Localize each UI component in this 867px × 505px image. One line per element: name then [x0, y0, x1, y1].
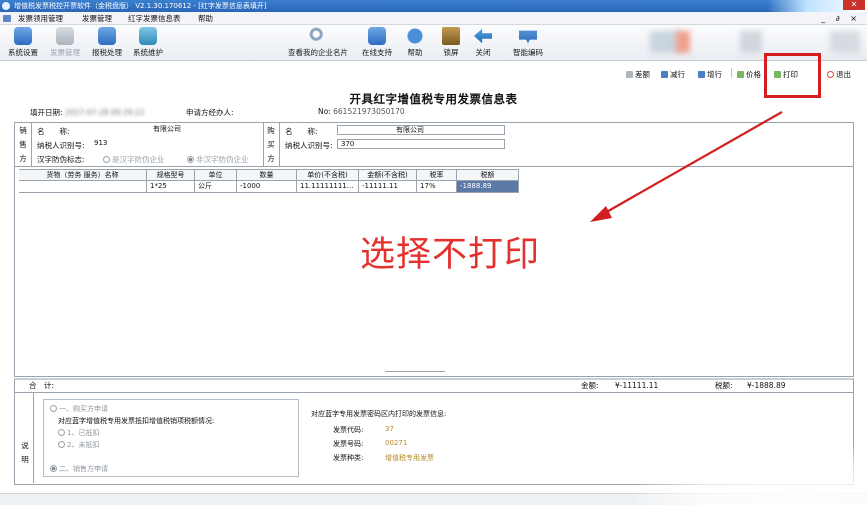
- annotation-text: 选择不打印: [360, 235, 541, 275]
- arrow-head: [590, 206, 612, 222]
- arrow-line: [602, 111, 783, 215]
